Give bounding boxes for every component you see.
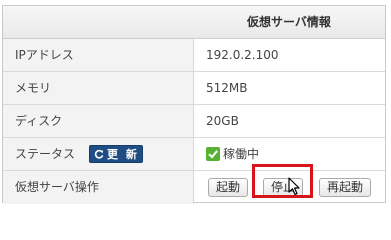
status-text: 稼働中 <box>223 147 260 161</box>
restart-button[interactable]: 再起動 <box>319 178 371 197</box>
operations-label: 仮想サーバ操作 <box>3 171 194 204</box>
refresh-icon <box>94 147 104 159</box>
table-row-ip: IPアドレス 192.0.2.100 <box>3 39 385 72</box>
disk-value: 20GB <box>206 114 239 128</box>
table-header: 仮想サーバ情報 <box>3 6 385 39</box>
mouse-cursor-icon <box>288 177 300 200</box>
table-row-disk: ディスク 20GB <box>3 105 385 138</box>
memory-value: 512MB <box>206 81 248 95</box>
disk-label: ディスク <box>3 105 194 137</box>
start-button[interactable]: 起動 <box>208 178 248 197</box>
status-label: ステータス <box>15 147 76 161</box>
ip-value: 192.0.2.100 <box>206 48 279 62</box>
stop-button-highlight <box>252 164 313 198</box>
ip-label: IPアドレス <box>3 39 194 71</box>
server-info-panel: 仮想サーバ情報 IPアドレス 192.0.2.100 メモリ 512MB ディス… <box>2 5 386 204</box>
table-row-operations: 仮想サーバ操作 起動 停止 再起動 <box>3 171 385 204</box>
memory-label: メモリ <box>3 72 194 104</box>
check-icon <box>206 147 220 161</box>
table-row-memory: メモリ 512MB <box>3 72 385 105</box>
table-row-status: ステータス 更 新 稼働中 <box>3 138 385 171</box>
status-cell: ステータス 更 新 <box>3 138 194 170</box>
update-button-label: 更 新 <box>107 148 139 161</box>
update-button[interactable]: 更 新 <box>89 145 143 163</box>
panel-title: 仮想サーバ情報 <box>247 15 331 29</box>
